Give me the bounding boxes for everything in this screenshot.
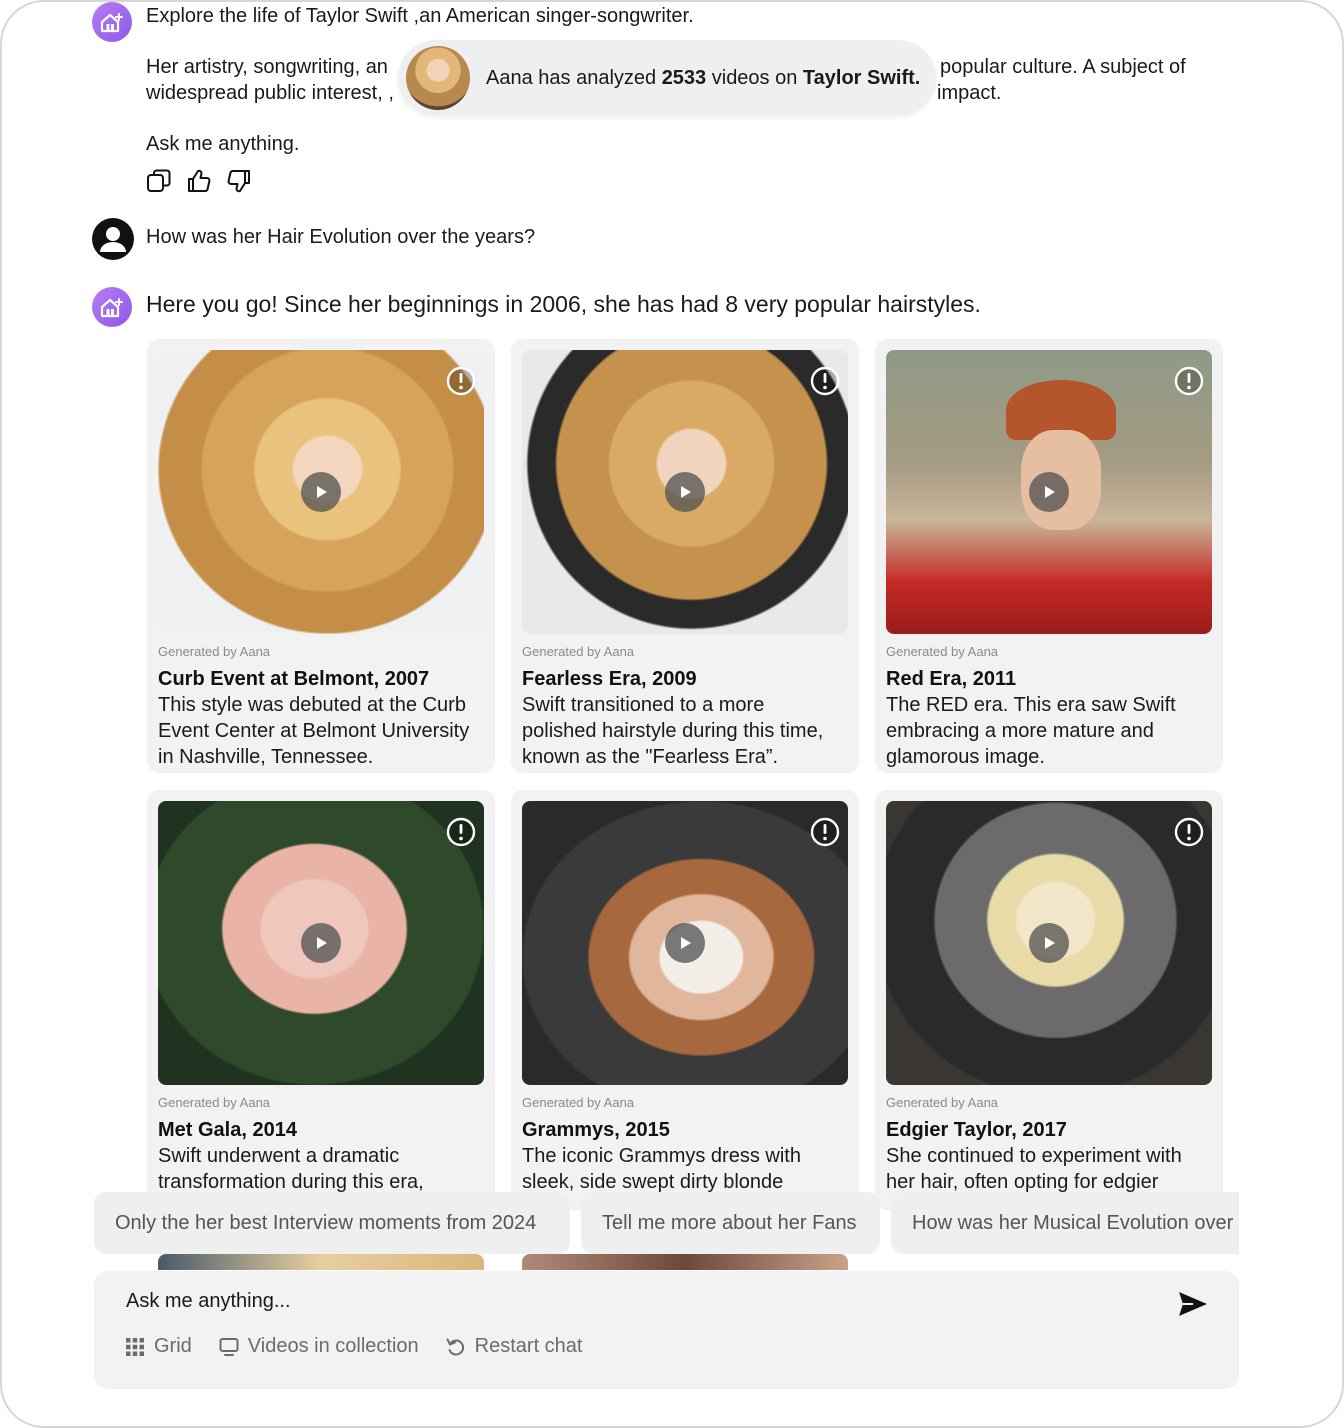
video-thumbnail[interactable] bbox=[522, 801, 848, 1085]
card-title: Grammys, 2015 bbox=[522, 1119, 670, 1141]
alert-icon[interactable] bbox=[446, 817, 476, 847]
aana-logo-icon bbox=[100, 298, 123, 318]
play-button[interactable] bbox=[665, 472, 705, 512]
subject-thumbnail bbox=[406, 46, 470, 110]
intro-line-3-left: widespread public interest, , bbox=[146, 82, 394, 104]
thumbs-up-icon[interactable] bbox=[186, 168, 212, 194]
card-title: Red Era, 2011 bbox=[886, 668, 1017, 690]
generated-by-label: Generated by Aana bbox=[522, 1095, 635, 1110]
alert-icon[interactable] bbox=[446, 366, 476, 396]
aana-logo-icon bbox=[100, 13, 123, 33]
play-button[interactable] bbox=[665, 923, 705, 963]
send-icon[interactable] bbox=[1177, 1289, 1209, 1319]
user-avatar bbox=[92, 218, 134, 260]
video-card[interactable]: Generated by Aana Met Gala, 2014 Swift u… bbox=[147, 790, 495, 1210]
video-thumbnail[interactable] bbox=[522, 350, 848, 634]
alert-icon[interactable] bbox=[1174, 817, 1204, 847]
play-icon bbox=[1045, 937, 1055, 949]
play-icon bbox=[317, 937, 327, 949]
analyzed-videos-text: Aana has analyzed 2533 videos on Taylor … bbox=[486, 66, 921, 89]
play-button[interactable] bbox=[301, 472, 341, 512]
videos-in-collection-label: Videos in collection bbox=[247, 1335, 419, 1357]
play-button[interactable] bbox=[1029, 472, 1069, 512]
video-card[interactable]: Generated by Aana Grammys, 2015 The icon… bbox=[511, 790, 859, 1210]
video-thumbnail-partial bbox=[522, 1254, 848, 1270]
intro-line-3-right: impact. bbox=[937, 82, 1002, 104]
card-title: Edgier Taylor, 2017 bbox=[886, 1119, 1067, 1141]
generated-by-label: Generated by Aana bbox=[158, 644, 271, 659]
user-question: How was her Hair Evolution over the year… bbox=[146, 226, 536, 248]
video-thumbnail[interactable] bbox=[886, 350, 1212, 634]
video-card[interactable]: Generated by Aana Edgier Taylor, 2017 Sh… bbox=[875, 790, 1223, 1210]
card-description: embracing a more mature and bbox=[886, 720, 1154, 742]
aana-bot-avatar bbox=[92, 2, 132, 42]
grid-button[interactable]: Grid bbox=[124, 1335, 192, 1358]
card-description: The RED era. This era saw Swift bbox=[886, 694, 1176, 716]
generated-by-label: Generated by Aana bbox=[886, 1095, 999, 1110]
composer: Grid Videos in collection Restart chat bbox=[94, 1271, 1239, 1389]
card-description: This style was debuted at the Curb bbox=[158, 694, 466, 716]
intro-line-2-right: popular culture. A subject of bbox=[940, 56, 1186, 78]
grid-label: Grid bbox=[154, 1335, 192, 1357]
analyzed-videos-pill: Aana has analyzed 2533 videos on Taylor … bbox=[398, 40, 936, 116]
card-description: Swift underwent a dramatic bbox=[158, 1145, 400, 1167]
card-title: Fearless Era, 2009 bbox=[522, 668, 697, 690]
video-thumbnail[interactable] bbox=[886, 801, 1212, 1085]
intro-line-2-left: Her artistry, songwriting, an bbox=[146, 56, 388, 78]
restart-chat-label: Restart chat bbox=[474, 1335, 583, 1357]
aana-bot-avatar-2 bbox=[92, 287, 132, 327]
card-description: The iconic Grammys dress with bbox=[522, 1145, 801, 1167]
copy-icon[interactable] bbox=[146, 168, 172, 194]
video-card[interactable]: Generated by Aana Fearless Era, 2009 Swi… bbox=[511, 339, 859, 773]
play-icon bbox=[681, 486, 691, 498]
card-description: Event Center at Belmont University bbox=[158, 720, 470, 742]
alert-icon[interactable] bbox=[810, 817, 840, 847]
card-title: Curb Event at Belmont, 2007 bbox=[158, 668, 430, 690]
card-title: Met Gala, 2014 bbox=[158, 1119, 297, 1141]
video-thumbnail[interactable] bbox=[158, 801, 484, 1085]
play-button[interactable] bbox=[1029, 923, 1069, 963]
card-description: glamorous image. bbox=[886, 746, 1045, 768]
video-thumbnail-partial bbox=[158, 1254, 484, 1270]
card-description: polished hairstyle during this time, bbox=[522, 720, 824, 742]
play-icon bbox=[681, 937, 691, 949]
alert-icon[interactable] bbox=[810, 366, 840, 396]
suggestion-chip[interactable]: Only the her best Interview moments from… bbox=[94, 1192, 570, 1254]
play-icon bbox=[317, 486, 327, 498]
chat-input[interactable] bbox=[126, 1285, 1126, 1317]
play-button[interactable] bbox=[301, 923, 341, 963]
card-description: She continued to experiment with bbox=[886, 1145, 1182, 1167]
video-thumbnail[interactable] bbox=[158, 350, 484, 634]
play-icon bbox=[1045, 486, 1055, 498]
generated-by-label: Generated by Aana bbox=[886, 644, 999, 659]
generated-by-label: Generated by Aana bbox=[522, 644, 635, 659]
suggestion-chip[interactable]: Tell me more about her Fans bbox=[581, 1192, 880, 1254]
suggestion-chip[interactable]: How was her Musical Evolution over the y… bbox=[891, 1192, 1239, 1254]
thumbs-down-icon[interactable] bbox=[226, 168, 252, 194]
video-card[interactable]: Generated by Aana Curb Event at Belmont,… bbox=[147, 339, 495, 773]
video-count: 2533 bbox=[661, 66, 707, 89]
intro-line-1: Explore the life of Taylor Swift ,an Ame… bbox=[146, 5, 694, 27]
alert-icon[interactable] bbox=[1174, 366, 1204, 396]
subject-name: Taylor Swift. bbox=[802, 66, 921, 89]
video-card[interactable]: Generated by Aana Red Era, 2011 The RED … bbox=[875, 339, 1223, 773]
user-icon bbox=[100, 227, 126, 252]
card-description: in Nashville, Tennessee. bbox=[158, 746, 374, 768]
message-actions bbox=[146, 168, 252, 194]
composer-tools: Grid Videos in collection Restart chat bbox=[124, 1335, 582, 1358]
restart-chat-button[interactable]: Restart chat bbox=[445, 1335, 583, 1358]
chat-window: Explore the life of Taylor Swift ,an Ame… bbox=[0, 0, 1344, 1428]
grid-icon bbox=[126, 1337, 144, 1356]
card-description: Swift transitioned to a more bbox=[522, 694, 765, 716]
generated-by-label: Generated by Aana bbox=[158, 1095, 271, 1110]
intro-ask: Ask me anything. bbox=[146, 133, 300, 155]
videos-in-collection-button[interactable]: Videos in collection bbox=[218, 1335, 419, 1358]
bot-answer: Here you go! Since her beginnings in 200… bbox=[146, 291, 981, 317]
monitor-icon bbox=[219, 1337, 239, 1356]
card-description: known as the "Fearless Era”. bbox=[522, 746, 779, 768]
restart-icon bbox=[446, 1338, 464, 1356]
